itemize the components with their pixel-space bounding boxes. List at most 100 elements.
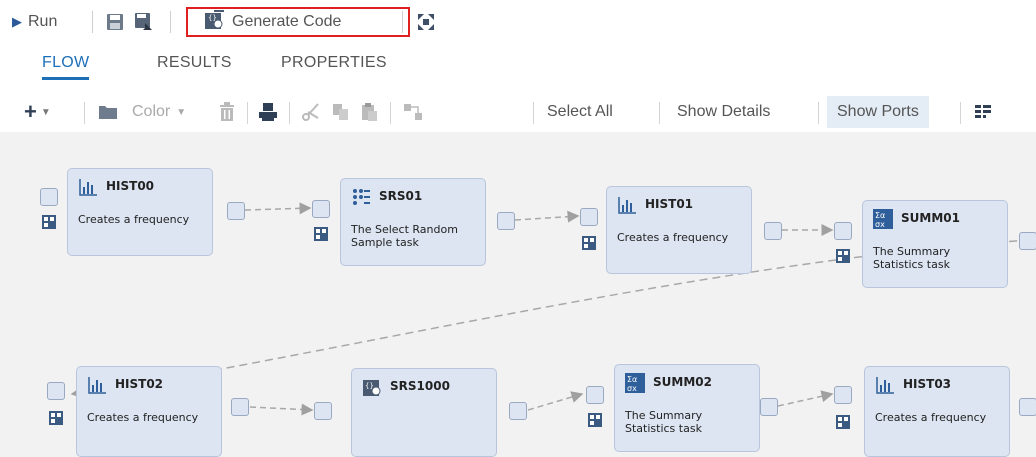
toolbar-divider [402, 11, 403, 33]
toolbar-divider [659, 102, 660, 124]
svg-text:σx: σx [627, 384, 637, 393]
output-port[interactable] [231, 398, 249, 416]
connector-line [527, 391, 584, 411]
paste-icon[interactable] [360, 100, 378, 124]
play-icon: ▶ [12, 14, 22, 29]
maximize-icon[interactable] [417, 10, 435, 34]
port-options-icon[interactable] [835, 414, 851, 430]
generate-code-icon: {} [204, 9, 226, 35]
cut-icon[interactable] [302, 100, 320, 124]
connector-line [514, 210, 580, 223]
port-options-icon[interactable] [587, 412, 603, 428]
node-description: The Summary Statistics task [873, 245, 951, 271]
flow-toolbar: + ▼ Color ▼ Select All Show Details Show… [0, 92, 1036, 132]
input-port[interactable] [834, 386, 852, 404]
input-port[interactable] [834, 222, 852, 240]
port-options-icon[interactable] [48, 410, 64, 426]
histogram-icon [875, 375, 895, 395]
toolbar-divider [390, 102, 391, 124]
summary-stats-icon: Σα σx [625, 373, 645, 393]
tab-properties[interactable]: PROPERTIES [281, 54, 387, 72]
tab-results[interactable]: RESULTS [157, 54, 232, 72]
port-options-icon[interactable] [581, 235, 597, 251]
input-port[interactable] [586, 386, 604, 404]
print-icon[interactable] [258, 100, 278, 124]
node-hist01[interactable]: HIST01 Creates a frequency [606, 186, 752, 274]
node-summ02[interactable]: Σα σx SUMM02 The Summary Statistics task [614, 364, 760, 452]
random-sample-icon [351, 187, 371, 207]
delete-icon[interactable] [218, 100, 236, 124]
connect-icon[interactable] [403, 100, 423, 124]
node-srs01[interactable]: SRS01 The Select Random Sample task [340, 178, 486, 266]
svg-text:Σα: Σα [627, 375, 637, 384]
toolbar-divider [84, 102, 85, 124]
code-node-icon: {} [362, 377, 382, 397]
run-button[interactable]: ▶ Run [12, 10, 57, 34]
toolbar-divider [170, 11, 171, 33]
port-options-icon[interactable] [41, 214, 57, 230]
plus-icon: + [24, 99, 37, 124]
output-port[interactable] [497, 212, 515, 230]
node-description: The Summary Statistics task [625, 409, 703, 435]
flow-canvas[interactable]: HIST00 Creates a frequency SRS01 The Sel… [0, 132, 1036, 457]
color-dropdown[interactable]: Color ▼ [132, 100, 186, 124]
node-description: Creates a frequency [617, 231, 729, 244]
node-srs1000[interactable]: {} SRS1000 [351, 368, 497, 457]
copy-icon[interactable] [332, 100, 350, 124]
port-options-icon[interactable] [835, 248, 851, 264]
node-title: SUMM01 [901, 211, 960, 225]
input-port[interactable] [314, 402, 332, 420]
connector-line [244, 202, 312, 215]
toolbar-divider [960, 102, 961, 124]
node-hist03[interactable]: HIST03 Creates a frequency [864, 366, 1010, 457]
node-hist00[interactable]: HIST00 Creates a frequency [67, 168, 213, 256]
connector-line [249, 403, 314, 416]
output-port[interactable] [1019, 232, 1036, 250]
output-port[interactable] [227, 202, 245, 220]
add-node-button[interactable]: + ▼ [24, 99, 51, 124]
output-port[interactable] [1019, 398, 1036, 416]
color-label: Color [132, 103, 171, 120]
input-port[interactable] [40, 188, 58, 206]
open-folder-icon[interactable] [98, 100, 118, 124]
node-title: HIST02 [115, 377, 164, 391]
layout-icon[interactable] [974, 100, 992, 124]
save-as-icon[interactable] [134, 10, 154, 34]
node-title: SRS1000 [390, 379, 450, 393]
input-port[interactable] [580, 208, 598, 226]
input-port[interactable] [47, 382, 65, 400]
generate-code-button[interactable]: {} Generate Code [186, 7, 410, 37]
node-title: HIST03 [903, 377, 952, 391]
svg-text:σx: σx [875, 220, 885, 229]
svg-text:Σα: Σα [875, 211, 885, 220]
select-all-button[interactable]: Select All [547, 100, 613, 124]
histogram-icon [87, 375, 107, 395]
chevron-down-icon: ▼ [176, 106, 187, 118]
tab-flow[interactable]: FLOW [42, 54, 90, 80]
node-summ01[interactable]: Σα σx SUMM01 The Summary Statistics task [862, 200, 1008, 288]
node-description: Creates a frequency [78, 213, 190, 226]
node-hist02[interactable]: HIST02 Creates a frequency [76, 366, 222, 457]
node-description: Creates a frequency [875, 411, 987, 424]
input-port[interactable] [312, 200, 330, 218]
output-port[interactable] [509, 402, 527, 420]
show-details-button[interactable]: Show Details [677, 100, 770, 124]
histogram-icon [78, 177, 98, 197]
toolbar-divider [92, 11, 93, 33]
show-ports-button[interactable]: Show Ports [827, 96, 929, 128]
toolbar-divider [818, 102, 819, 124]
node-title: SRS01 [379, 189, 423, 203]
port-options-icon[interactable] [313, 226, 329, 242]
connector-line [777, 390, 834, 407]
node-title: SUMM02 [653, 375, 712, 389]
output-port[interactable] [764, 222, 782, 240]
node-title: HIST01 [645, 197, 694, 211]
save-icon[interactable] [106, 10, 124, 34]
toolbar-divider [247, 102, 248, 124]
node-description: Creates a frequency [87, 411, 199, 424]
run-label: Run [28, 13, 58, 30]
chevron-down-icon: ▼ [40, 106, 51, 118]
node-description: The Select Random Sample task [351, 223, 458, 249]
output-port[interactable] [760, 398, 778, 416]
view-tabs: FLOW RESULTS PROPERTIES [0, 48, 1036, 82]
